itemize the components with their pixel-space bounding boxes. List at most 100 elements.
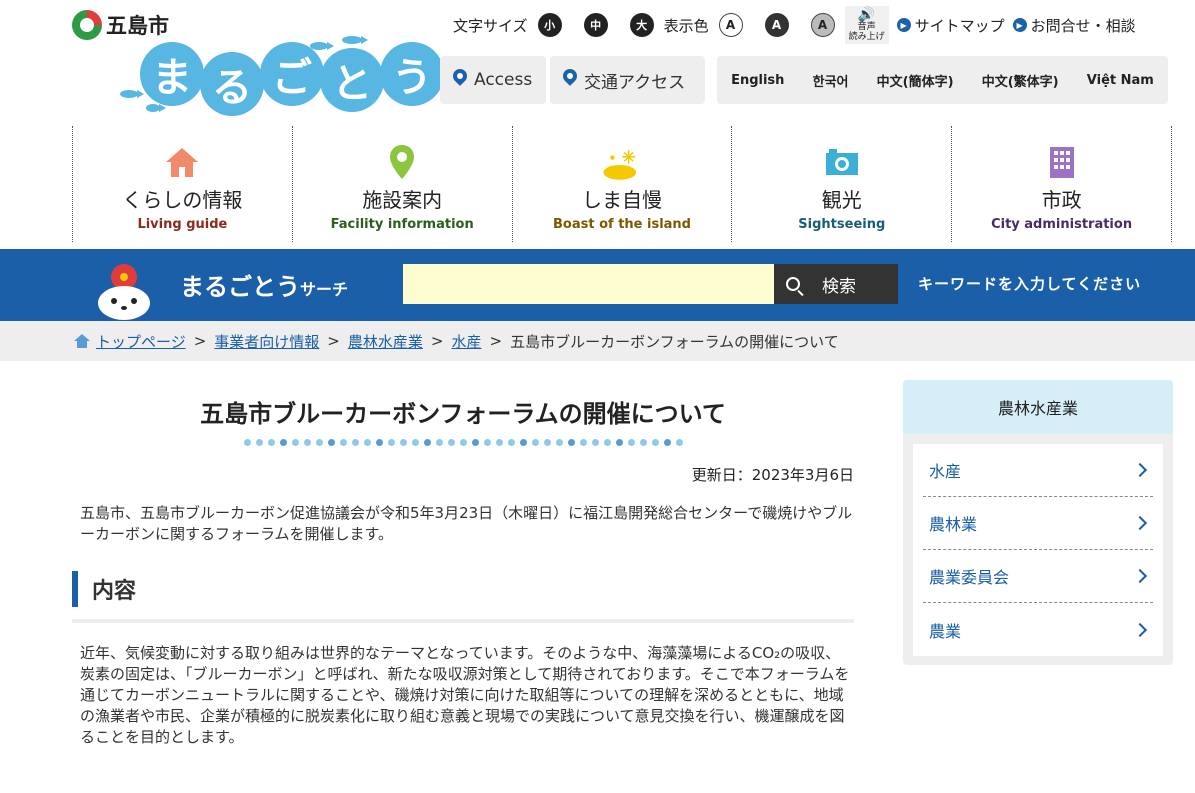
chevron-right-icon (1132, 622, 1148, 637)
sitemap-link[interactable]: ▶ サイトマップ (896, 15, 1005, 36)
sidebar-item-agriculture[interactable]: 農業 (923, 603, 1153, 656)
chevron-right-icon (1132, 462, 1148, 478)
gnav-facility[interactable]: 施設案内 Facility information (291, 126, 512, 242)
gnav-label: 施設案内 (362, 188, 443, 212)
arrow-right-icon: ▶ (896, 18, 911, 32)
breadcrumb-separator: > (430, 332, 444, 350)
gnav-label: 市政 (1041, 188, 1082, 212)
breadcrumb-separator: > (327, 332, 340, 350)
color-normal-button[interactable]: A (718, 13, 743, 37)
sitemap-label: サイトマップ (914, 16, 1005, 35)
home-icon (74, 334, 90, 348)
site-logo[interactable]: 五島市 ま る ご と う (72, 8, 444, 118)
sidebar-item-fishery[interactable]: 水産 (923, 444, 1153, 497)
logo-char: う (380, 42, 444, 106)
search-button[interactable]: 検索 (774, 264, 898, 304)
lead-text: 五島市、五島市ブルーカーボン促進協議会が令和5年3月23日（木曜日）に福江島開発… (80, 504, 853, 543)
contact-label: お問合せ・相談 (1030, 16, 1136, 35)
breadcrumb-separator: > (489, 332, 503, 350)
title-divider (72, 439, 854, 446)
access-en-label: Access (474, 70, 533, 90)
search-title-sub: サーチ (300, 280, 349, 299)
updated-date: 更新日：2023年3月6日 (691, 466, 854, 484)
main-content: 五島市ブルーカーボンフォーラムの開催について 更新日：2023年3月6日 五島市… (72, 380, 854, 748)
sidebar-list: 水産 農林業 農業委員会 農業 (913, 444, 1163, 656)
lang-chinese-traditional[interactable]: 中文(繁体字) (982, 71, 1059, 90)
gnav-city[interactable]: 市政 City administration (951, 126, 1172, 242)
search-title: まるごとうサーチ (180, 267, 348, 302)
font-size-large-button[interactable]: 大 (629, 13, 654, 37)
font-size-medium-button[interactable]: 中 (583, 13, 608, 37)
color-gray-button[interactable]: A (810, 13, 835, 37)
voice-read-button[interactable]: 🔊 音声 読み上げ (844, 6, 889, 44)
gnav-sightseeing[interactable]: 観光 Sightseeing (731, 126, 951, 242)
logo-char: る (200, 52, 264, 116)
gnav-sublabel: Boast of the island (552, 217, 691, 232)
global-nav: くらしの情報 Living guide 施設案内 Facility inform… (72, 126, 1172, 242)
gnav-living[interactable]: くらしの情報 Living guide (72, 126, 292, 242)
body-text: 近年、気候変動に対する取り組みは世界的なテーマとなっています。そのような中、海藻… (80, 644, 850, 746)
font-size-small-button[interactable]: 小 (537, 13, 562, 37)
gnav-label: 観光 (821, 188, 862, 212)
logo-char: ま (140, 42, 204, 106)
utility-bar: 文字サイズ 小 中 大 表示色 A A A 🔊 音声 読み上げ ▶ サイトマップ… (453, 6, 1136, 44)
breadcrumb-link-business[interactable]: 事業者向け情報 (214, 331, 319, 352)
lang-chinese-simplified[interactable]: 中文(簡体字) (877, 71, 954, 90)
gnav-label: くらしの情報 (122, 188, 243, 212)
sidebar-item-label: 農業委員会 (929, 568, 1010, 587)
search-bar: まるごとうサーチ 検索 キーワードを入力してください (0, 249, 1195, 321)
sidebar: 農林水産業 水産 農林業 農業委員会 農業 (903, 380, 1173, 665)
camera-icon (822, 142, 862, 182)
breadcrumb-link-fishery[interactable]: 水産 (451, 331, 481, 352)
gnav-sublabel: Living guide (137, 217, 228, 232)
fish-icon (120, 90, 144, 98)
chevron-right-icon (1132, 568, 1148, 584)
search-input[interactable] (403, 264, 774, 304)
city-logo: 五島市 (72, 10, 169, 40)
house-icon (162, 142, 202, 182)
breadcrumb-current: 五島市ブルーカーボンフォーラムの開催について (510, 332, 839, 351)
voice-label-2: 読み上げ (848, 32, 885, 42)
language-selector: English 한국어 中文(簡体字) 中文(繁体字) Việt Nam (717, 56, 1168, 104)
building-icon (1042, 142, 1082, 182)
search-title-main: まるごとう (180, 273, 300, 301)
breadcrumb: トップページ > 事業者向け情報 > 農林水産業 > 水産 > 五島市ブルーカー… (0, 321, 1195, 361)
gnav-label: しま自慢 (581, 188, 662, 212)
sidebar-item-committee[interactable]: 農業委員会 (923, 550, 1153, 603)
sidebar-item-label: 農業 (929, 621, 962, 641)
sidebar-heading: 農林水産業 (903, 380, 1173, 434)
contact-link[interactable]: ▶ お問合せ・相談 (1012, 15, 1136, 36)
logo-char: ご (260, 42, 324, 106)
map-pin-icon (382, 142, 422, 182)
city-emblem-icon (72, 10, 102, 40)
access-jp-button[interactable]: 交通アクセス (550, 56, 705, 104)
color-dark-button[interactable]: A (764, 13, 789, 37)
map-pin-icon (562, 69, 578, 91)
gnav-sublabel: Sightseeing (798, 217, 886, 232)
search-button-label: 検索 (822, 276, 856, 297)
section-divider (72, 619, 854, 623)
access-jp-label: 交通アクセス (584, 72, 686, 93)
page-title: 五島市ブルーカーボンフォーラムの開催について (200, 400, 726, 428)
map-pin-icon (452, 69, 468, 91)
sidebar-item-forestry[interactable]: 農林業 (923, 497, 1153, 550)
gnav-sublabel: Facility information (330, 217, 474, 232)
access-en-button[interactable]: Access (440, 56, 546, 104)
mascot-icon (92, 263, 156, 321)
color-label: 表示色 (663, 16, 709, 35)
gnav-boast[interactable]: しま自慢 Boast of the island (511, 126, 732, 242)
section-heading: 内容 (72, 571, 854, 607)
city-name: 五島市 (106, 14, 169, 38)
lang-english[interactable]: English (731, 73, 784, 88)
breadcrumb-link-agriculture[interactable]: 農林水産業 (348, 331, 423, 352)
speaker-icon: 🔊 (857, 7, 876, 23)
font-size-label: 文字サイズ (453, 16, 528, 35)
header: 五島市 ま る ご と う 文字サイズ 小 中 大 表示色 A A A 🔊 音声… (0, 0, 1195, 118)
lang-korean[interactable]: 한국어 (813, 71, 849, 90)
arrow-right-icon: ▶ (1012, 18, 1027, 32)
marugotou-logo: ま る ご と う (140, 42, 444, 116)
search-hint: キーワードを入力してください (918, 275, 1142, 293)
lang-vietnamese[interactable]: Việt Nam (1087, 73, 1154, 88)
breadcrumb-link-top[interactable]: トップページ (96, 331, 186, 352)
search-icon (786, 277, 800, 291)
